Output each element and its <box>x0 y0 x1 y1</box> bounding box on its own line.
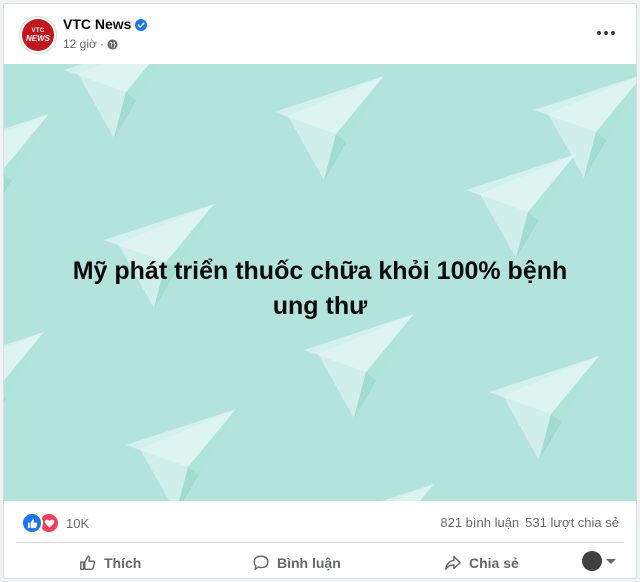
page-name-text[interactable]: VTC News <box>63 16 131 32</box>
page-name[interactable]: VTC News <box>63 16 148 32</box>
reaction-count[interactable]: 10K <box>66 516 89 531</box>
globe-icon[interactable] <box>107 38 118 50</box>
post-image[interactable]: Mỹ phát triển thuốc chữa khỏi 100% bệnh … <box>4 64 636 501</box>
stats-divider <box>16 542 624 543</box>
share-arrow-icon <box>445 555 461 571</box>
page-avatar[interactable]: VTC NEWS <box>19 16 57 54</box>
meta-separator: · <box>99 37 104 51</box>
post-headline: Mỹ phát triển thuốc chữa khỏi 100% bệnh … <box>4 254 636 324</box>
thumbs-up-icon <box>80 555 96 571</box>
post-time[interactable]: 12 giờ <box>63 37 97 51</box>
headline-line-1: Mỹ phát triển thuốc chữa khỏi 100% bệnh <box>72 257 568 285</box>
more-options-button[interactable] <box>594 21 618 45</box>
logo-text-top: VTC <box>31 27 45 34</box>
comment-label: Bình luận <box>277 555 341 571</box>
verified-badge-icon <box>135 18 148 31</box>
comment-button[interactable]: Bình luận <box>252 550 341 576</box>
logo-text-bottom: NEWS <box>26 33 50 43</box>
chevron-down-icon <box>606 558 616 564</box>
like-button[interactable]: Thích <box>79 550 141 576</box>
comment-count[interactable]: 821 bình luận <box>440 515 519 530</box>
more-options-icon <box>597 31 601 35</box>
vtc-news-logo: VTC NEWS <box>22 19 54 51</box>
share-label: Chia sẻ <box>469 555 519 571</box>
audience-selector[interactable] <box>582 551 616 571</box>
engagement-stats: 821 bình luận 531 lượt chia sẻ <box>440 515 619 530</box>
like-reaction-icon <box>21 512 43 534</box>
share-button[interactable]: Chia sẻ <box>444 550 519 576</box>
post-card: VTC NEWS VTC News 12 giờ · Mỹ phát triển… <box>3 3 637 579</box>
post-meta: 12 giờ · <box>63 37 118 51</box>
headline-line-2: ung thư <box>272 292 368 320</box>
share-count[interactable]: 531 lượt chia sẻ <box>525 515 619 530</box>
comment-bubble-icon <box>253 555 269 571</box>
reaction-summary[interactable]: 10K <box>21 512 89 534</box>
like-label: Thích <box>104 555 142 571</box>
user-avatar <box>582 551 602 571</box>
